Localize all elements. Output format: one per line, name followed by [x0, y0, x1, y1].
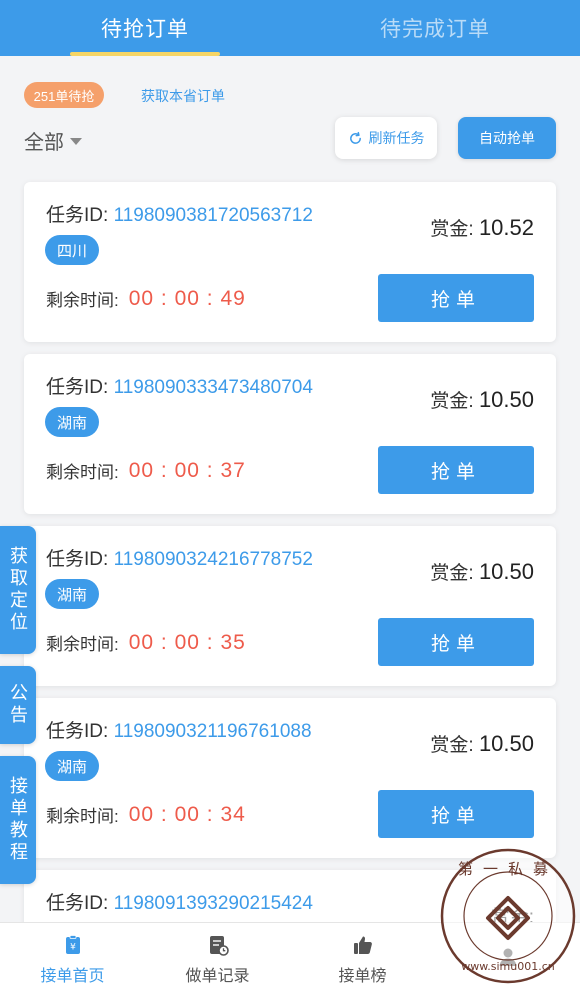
reward-label: 赏金:	[430, 391, 474, 412]
refresh-label: 刷新任务	[368, 130, 425, 146]
reward-amount: 10.50	[478, 387, 534, 412]
task-id-row: 任务ID: 1198091393290215424	[46, 888, 313, 915]
countdown-timer: 00 : 00 : 35	[128, 630, 246, 654]
user-icon	[499, 948, 516, 966]
filter-label: 全部	[24, 132, 64, 154]
task-card: 任务ID: 1198090333473480704 湖南 赏金: 10.50 剩…	[24, 354, 556, 514]
grab-order-button[interactable]: 抢单	[378, 446, 534, 494]
refresh-icon	[349, 131, 361, 144]
grab-order-button[interactable]: 抢单	[378, 618, 534, 666]
nav-profile[interactable]	[435, 923, 580, 997]
get-location-tab[interactable]: 获取定位	[0, 526, 36, 654]
task-id-value: 1198091393290215424	[113, 893, 313, 914]
announcement-label: 公告	[8, 683, 28, 727]
active-tab-indicator	[70, 52, 220, 56]
task-id-value: 1198090381720563712	[113, 205, 313, 226]
task-id-label: 任务ID:	[46, 549, 109, 570]
auto-grab-button[interactable]: 自动抢单	[458, 117, 556, 159]
get-location-label: 获取定位	[8, 546, 28, 634]
remaining-label: 剩余时间:	[46, 291, 119, 310]
pending-count-badge: 251单待抢	[24, 82, 104, 108]
task-card: 任务ID: 1198090381720563712 四川 赏金: 10.52 剩…	[24, 182, 556, 342]
province-tag: 四川	[45, 235, 100, 265]
bottom-nav: ¥ 接单首页 做单记录 接单榜	[0, 922, 580, 997]
reward-amount: 10.50	[478, 731, 534, 756]
remaining-label: 剩余时间:	[46, 463, 119, 482]
remaining-time: 剩余时间: 00 : 00 : 37	[46, 458, 246, 483]
reward-amount: 10.52	[478, 215, 534, 240]
announcement-tab[interactable]: 公告	[0, 666, 36, 744]
nav-records-label: 做单记录	[185, 968, 250, 985]
province-tag: 湖南	[45, 407, 100, 437]
reward: 赏金: 10.50	[430, 558, 534, 585]
grab-order-button[interactable]: 抢单	[378, 274, 534, 322]
filter-dropdown[interactable]: 全部	[24, 126, 82, 155]
reward: 赏金: 10.50	[430, 730, 534, 757]
remaining-time: 剩余时间: 00 : 00 : 49	[46, 286, 246, 311]
nav-leaderboard-label: 接单榜	[338, 968, 387, 985]
get-province-orders-link[interactable]: 获取本省订单	[141, 86, 225, 106]
reward-amount: 10.50	[478, 559, 534, 584]
province-tag: 湖南	[45, 579, 100, 609]
task-id-row: 任务ID: 1198090324216778752	[46, 544, 313, 571]
tab-pending-label: 待抢订单	[101, 18, 189, 41]
reward: 赏金: 10.50	[430, 386, 534, 413]
remaining-time: 剩余时间: 00 : 00 : 34	[46, 802, 246, 827]
task-id-label: 任务ID:	[46, 377, 109, 398]
task-id-label: 任务ID:	[46, 721, 109, 742]
reward-label: 赏金:	[430, 563, 474, 584]
remaining-label: 剩余时间:	[46, 807, 119, 826]
reward-label: 赏金:	[430, 219, 474, 240]
chevron-down-icon	[70, 138, 82, 145]
remaining-label: 剩余时间:	[46, 635, 119, 654]
tab-uncompleted-label: 待完成订单	[380, 18, 490, 41]
countdown-timer: 00 : 00 : 37	[128, 458, 246, 482]
refresh-tasks-button[interactable]: 刷新任务	[335, 117, 437, 159]
top-tab-bar: 待抢订单 待完成订单	[0, 0, 580, 56]
svg-text:¥: ¥	[70, 943, 76, 953]
task-card: 任务ID: 1198090324216778752 湖南 赏金: 10.50 剩…	[24, 526, 556, 686]
nav-records[interactable]: 做单记录	[145, 923, 290, 997]
task-id-value: 1198090324216778752	[113, 549, 313, 570]
province-tag: 湖南	[45, 751, 100, 781]
nav-order-home-label: 接单首页	[40, 968, 105, 985]
task-id-value: 1198090333473480704	[113, 377, 313, 398]
reward: 赏金: 10.52	[430, 214, 534, 241]
task-card: 任务ID: 1198090321196761088 湖南 赏金: 10.50 剩…	[24, 698, 556, 858]
countdown-timer: 00 : 00 : 34	[128, 802, 246, 826]
task-id-value: 1198090321196761088	[113, 721, 312, 742]
order-home-icon: ¥	[65, 935, 80, 954]
remaining-time: 剩余时间: 00 : 00 : 35	[46, 630, 246, 655]
task-id-label: 任务ID:	[46, 205, 109, 226]
record-icon	[209, 936, 229, 956]
tutorial-tab[interactable]: 接单教程	[0, 756, 36, 884]
grab-order-button[interactable]: 抢单	[378, 790, 534, 838]
tutorial-label: 接单教程	[8, 776, 28, 864]
countdown-timer: 00 : 00 : 49	[128, 286, 246, 310]
task-id-row: 任务ID: 1198090333473480704	[46, 372, 313, 399]
task-id-row: 任务ID: 1198090381720563712	[46, 200, 313, 227]
tab-pending-orders[interactable]: 待抢订单	[0, 0, 290, 56]
nav-order-home[interactable]: ¥ 接单首页	[0, 923, 145, 997]
thumbs-up-icon	[353, 936, 372, 954]
task-id-label: 任务ID:	[46, 893, 109, 914]
nav-leaderboard[interactable]: 接单榜	[290, 923, 435, 997]
reward-label: 赏金:	[430, 735, 474, 756]
tab-uncompleted-orders[interactable]: 待完成订单	[290, 0, 580, 56]
task-id-row: 任务ID: 1198090321196761088	[46, 716, 312, 743]
